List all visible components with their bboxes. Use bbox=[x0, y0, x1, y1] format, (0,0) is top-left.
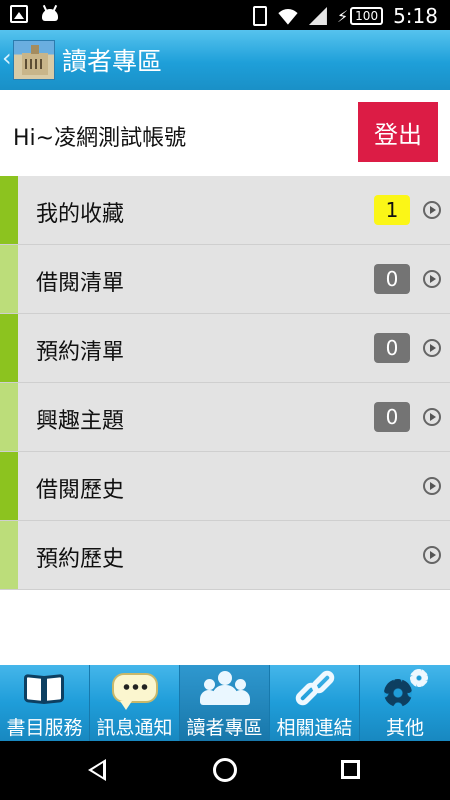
clock: 5:18 bbox=[393, 4, 438, 28]
menu-item-accent bbox=[0, 452, 18, 520]
menu-item-label: 我的收藏 bbox=[36, 202, 125, 227]
people-icon bbox=[199, 667, 250, 711]
user-info-row: Hi~凌網測試帳號 登出 bbox=[0, 90, 450, 176]
link-icon bbox=[290, 667, 340, 711]
reader-menu-list: 我的收藏 1 借閱清單 0 預約清單 0 興趣主題 0 借閱歷史 預約歷史 bbox=[0, 176, 450, 590]
menu-item-label: 預約清單 bbox=[36, 340, 125, 365]
menu-item-label: 借閱歷史 bbox=[36, 478, 125, 503]
app-header: ‹ 讀者專區 bbox=[0, 30, 450, 90]
arrow-right-circle-icon bbox=[423, 201, 441, 219]
tab-other[interactable]: 其他 bbox=[360, 665, 450, 741]
arrow-right-circle-icon bbox=[423, 339, 441, 357]
tab-label: 訊息通知 bbox=[96, 717, 173, 739]
wifi-icon bbox=[277, 7, 299, 25]
tab-label: 相關連結 bbox=[276, 717, 353, 739]
arrow-right-circle-icon bbox=[423, 546, 441, 564]
arrow-right-circle-icon bbox=[423, 477, 441, 495]
logout-button[interactable]: 登出 bbox=[358, 102, 438, 162]
tab-label: 讀者專區 bbox=[186, 717, 263, 739]
vibrate-icon bbox=[252, 6, 267, 26]
bottom-tab-bar: 書目服務 訊息通知 讀者專區 相關連結 其他 bbox=[0, 665, 450, 741]
arrow-right-circle-icon bbox=[423, 408, 441, 426]
page-title: 讀者專區 bbox=[62, 47, 163, 76]
menu-item-accent bbox=[0, 521, 18, 589]
menu-item-label: 預約歷史 bbox=[36, 547, 125, 572]
battery-level: 100 bbox=[350, 7, 384, 25]
image-notification-icon bbox=[10, 5, 28, 23]
signal-icon bbox=[308, 7, 327, 25]
charging-icon: ⚡ bbox=[336, 6, 349, 26]
status-bar: ⚡ 100 5:18 bbox=[0, 0, 450, 30]
system-nav-bar bbox=[0, 741, 450, 800]
menu-item-interest-topics[interactable]: 興趣主題 0 bbox=[0, 383, 450, 452]
menu-item-borrow-list[interactable]: 借閱清單 0 bbox=[0, 245, 450, 314]
user-greeting: Hi~凌網測試帳號 bbox=[13, 126, 187, 151]
menu-item-label: 興趣主題 bbox=[36, 409, 125, 434]
tab-related-links[interactable]: 相關連結 bbox=[270, 665, 360, 741]
tab-label: 其他 bbox=[385, 717, 424, 739]
count-badge: 1 bbox=[374, 195, 410, 225]
gear-icon bbox=[380, 667, 430, 711]
count-badge: 0 bbox=[374, 402, 410, 432]
tab-catalog-service[interactable]: 書目服務 bbox=[0, 665, 90, 741]
menu-item-label: 借閱清單 bbox=[36, 271, 125, 296]
menu-item-borrow-history[interactable]: 借閱歷史 bbox=[0, 452, 450, 521]
book-icon bbox=[20, 667, 70, 711]
chat-icon bbox=[110, 667, 160, 711]
home-icon[interactable] bbox=[213, 758, 237, 782]
menu-item-accent bbox=[0, 176, 18, 244]
back-icon[interactable] bbox=[88, 759, 106, 781]
battery-icon: ⚡ 100 bbox=[336, 6, 384, 26]
menu-item-accent bbox=[0, 383, 18, 451]
menu-item-accent bbox=[0, 245, 18, 313]
menu-item-reservation-list[interactable]: 預約清單 0 bbox=[0, 314, 450, 383]
count-badge: 0 bbox=[374, 333, 410, 363]
count-badge: 0 bbox=[374, 264, 410, 294]
menu-item-reservation-history[interactable]: 預約歷史 bbox=[0, 521, 450, 590]
recent-apps-icon[interactable] bbox=[341, 760, 360, 779]
arrow-right-circle-icon bbox=[423, 270, 441, 288]
tab-reader-area[interactable]: 讀者專區 bbox=[180, 665, 270, 741]
menu-item-favorites[interactable]: 我的收藏 1 bbox=[0, 176, 450, 245]
back-chevron-icon[interactable]: ‹ bbox=[2, 46, 12, 70]
tab-label: 書目服務 bbox=[6, 717, 83, 739]
menu-item-accent bbox=[0, 314, 18, 382]
tab-notifications[interactable]: 訊息通知 bbox=[90, 665, 180, 741]
library-logo[interactable] bbox=[13, 40, 55, 80]
android-notification-icon bbox=[40, 4, 60, 23]
